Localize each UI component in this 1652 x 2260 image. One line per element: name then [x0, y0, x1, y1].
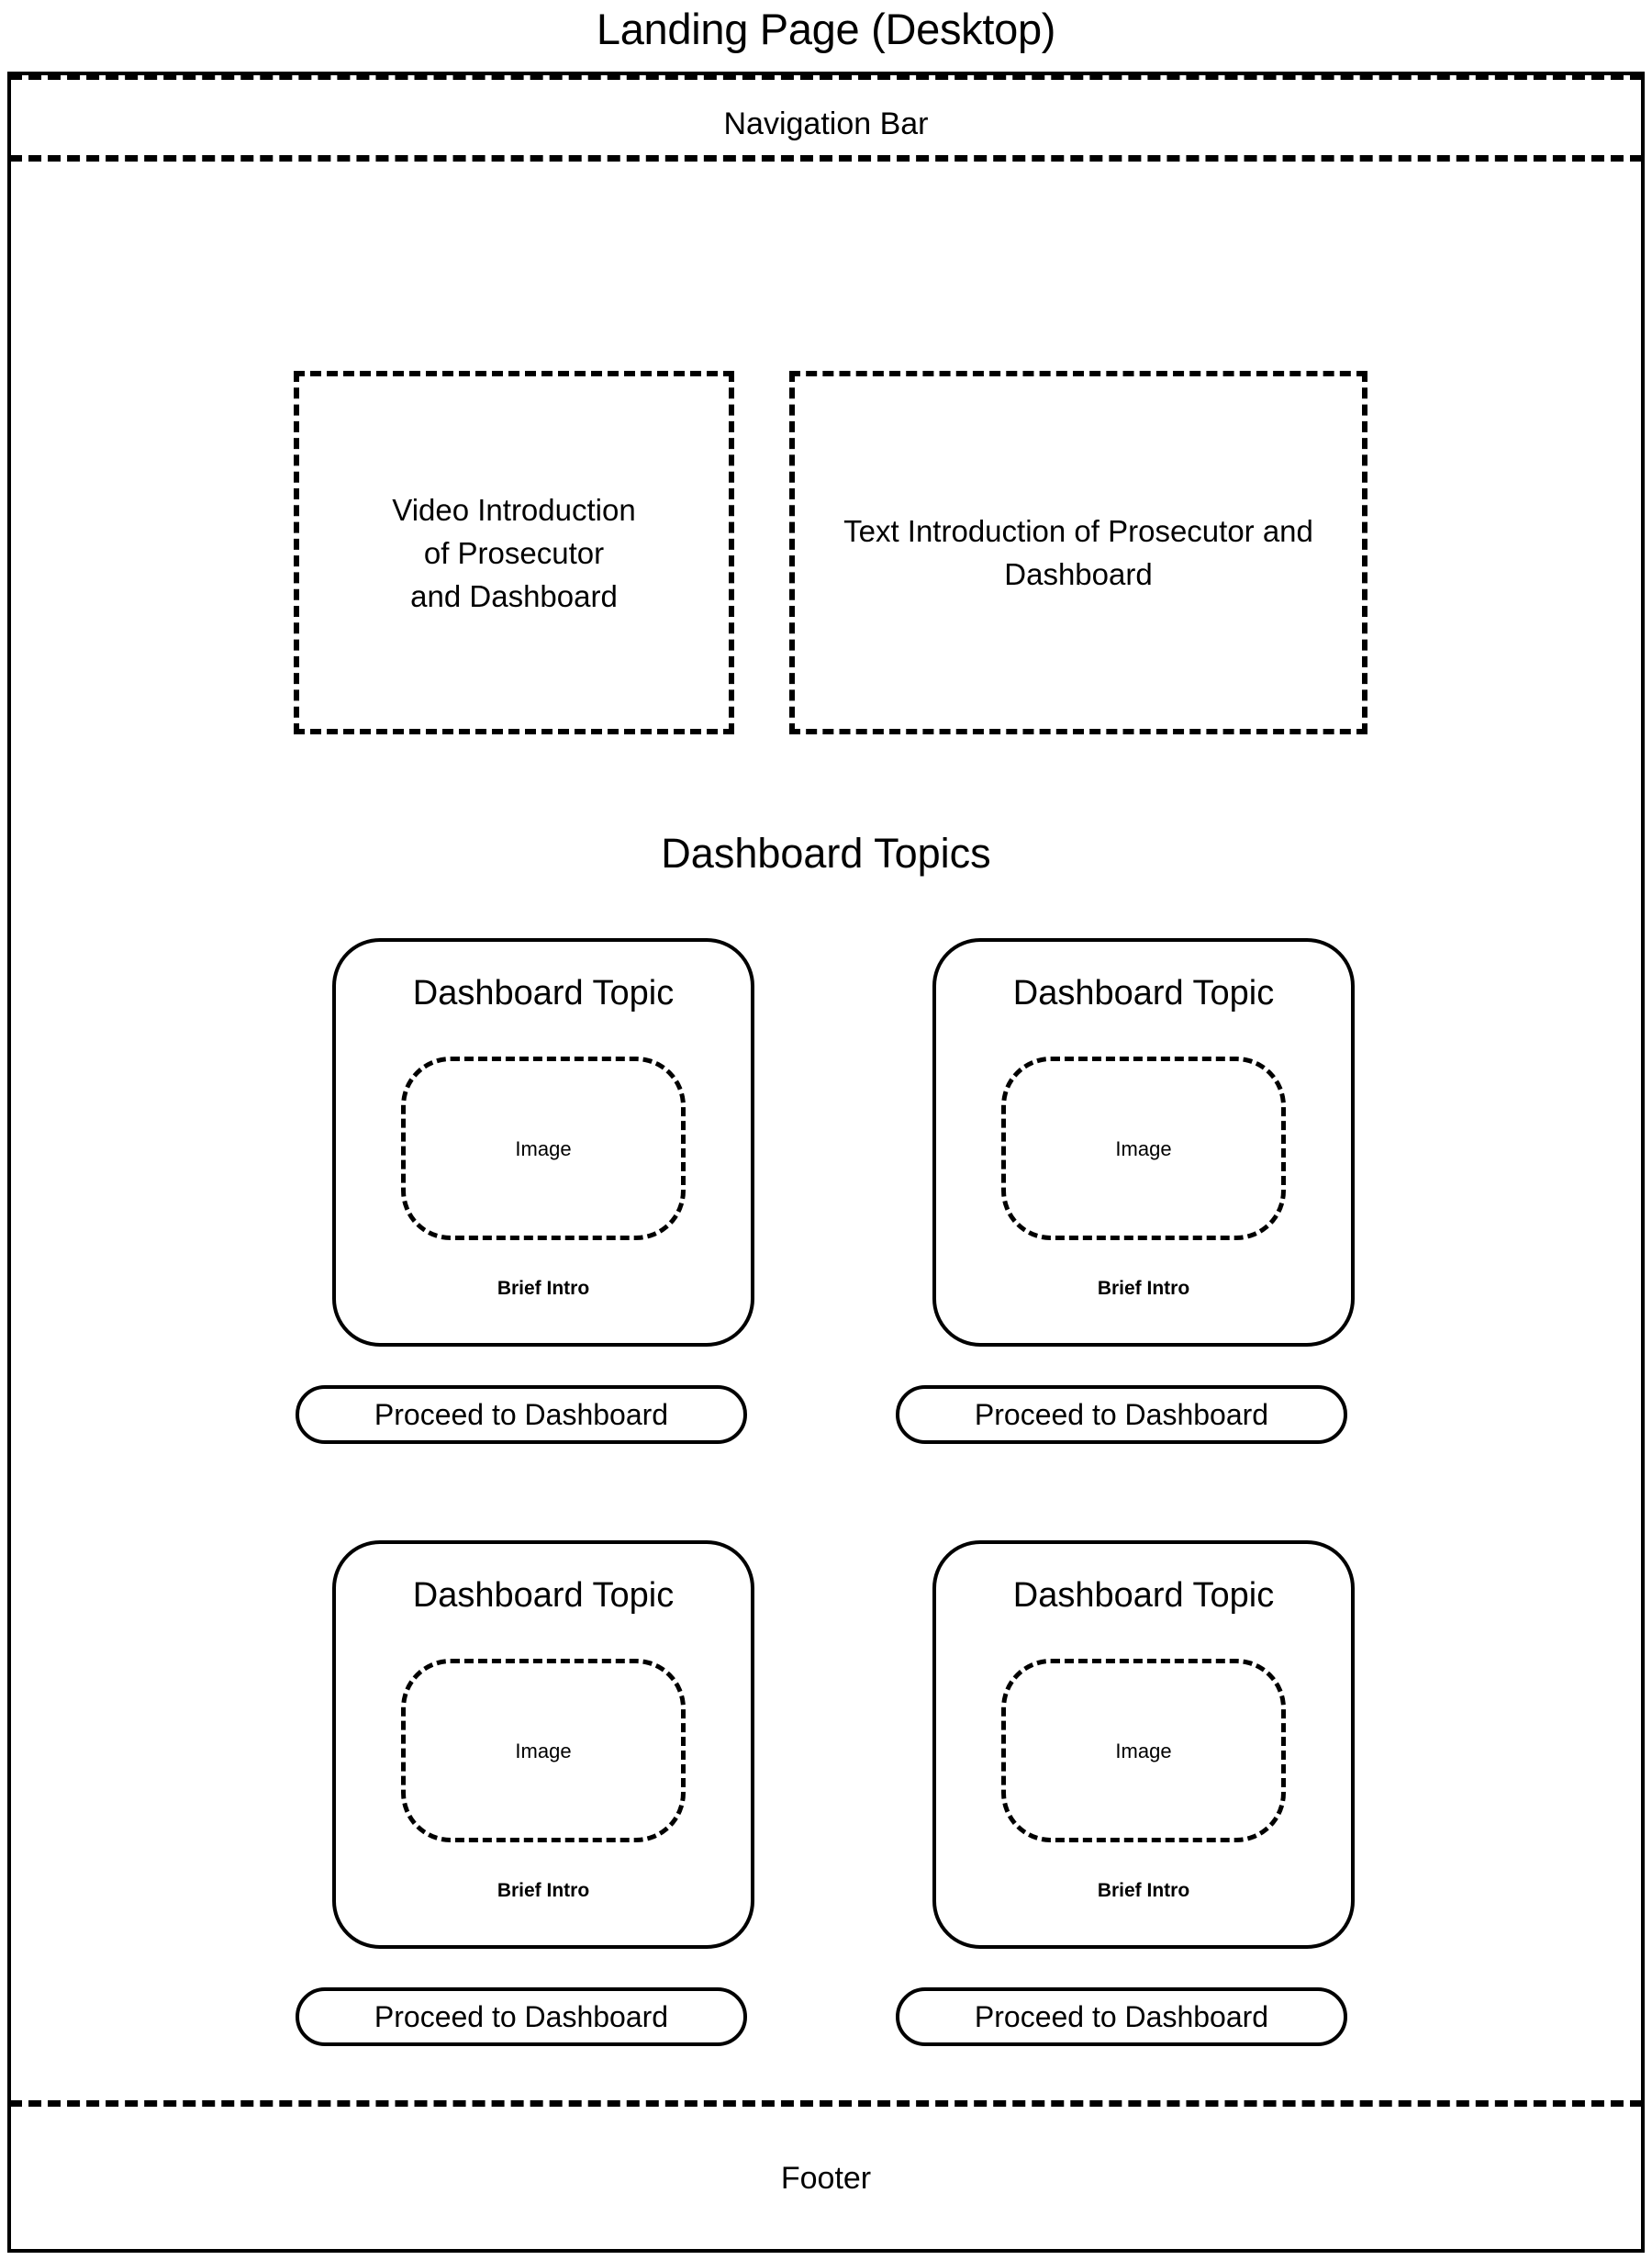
- image-placeholder: Image: [401, 1659, 686, 1842]
- brief-intro-label: Brief Intro: [1097, 1880, 1190, 1901]
- brief-intro-label: Brief Intro: [1097, 1278, 1190, 1299]
- dashboard-topic-card[interactable]: Dashboard Topic Image Brief Intro: [332, 1540, 754, 1949]
- text-intro-label: Text Introduction of Prosecutor and Dash…: [843, 514, 1313, 591]
- image-placeholder-label: Image: [1115, 1137, 1172, 1160]
- dashboard-topic-card[interactable]: Dashboard Topic Image Brief Intro: [932, 938, 1355, 1347]
- proceed-to-dashboard-button[interactable]: Proceed to Dashboard: [296, 1987, 747, 2046]
- footer-divider: [9, 2100, 1643, 2107]
- topic-cell: Dashboard Topic Image Brief Intro Procee…: [896, 938, 1355, 1461]
- brief-intro-label: Brief Intro: [497, 1278, 590, 1299]
- dashboard-topics-grid: Dashboard Topic Image Brief Intro Procee…: [0, 938, 1652, 2046]
- dashboard-topic-card-title: Dashboard Topic: [412, 974, 675, 1013]
- image-placeholder-label: Image: [515, 1137, 572, 1160]
- footer-label: Footer: [780, 2161, 872, 2196]
- dashboard-topic-card-title: Dashboard Topic: [1012, 1576, 1275, 1615]
- topic-cell: Dashboard Topic Image Brief Intro Procee…: [296, 1540, 754, 2064]
- image-placeholder: Image: [1001, 1057, 1286, 1240]
- text-intro-placeholder[interactable]: Text Introduction of Prosecutor and Dash…: [789, 371, 1367, 734]
- image-placeholder-label: Image: [1115, 1740, 1172, 1762]
- proceed-to-dashboard-button[interactable]: Proceed to Dashboard: [896, 1385, 1347, 1444]
- image-placeholder-label: Image: [515, 1740, 572, 1762]
- navigation-bar-label: Navigation Bar: [723, 106, 929, 141]
- dashboard-topic-card[interactable]: Dashboard Topic Image Brief Intro: [332, 938, 754, 1347]
- dashboard-topic-card-title: Dashboard Topic: [412, 1576, 675, 1615]
- dashboard-topic-card-title: Dashboard Topic: [1012, 974, 1275, 1013]
- video-intro-placeholder[interactable]: Video Introduction of Prosecutor and Das…: [294, 371, 734, 734]
- topic-cell: Dashboard Topic Image Brief Intro Procee…: [296, 938, 754, 1461]
- image-placeholder: Image: [401, 1057, 686, 1240]
- image-placeholder: Image: [1001, 1659, 1286, 1842]
- proceed-to-dashboard-button[interactable]: Proceed to Dashboard: [896, 1987, 1347, 2046]
- dashboard-topics-heading: Dashboard Topics: [661, 830, 991, 877]
- intro-section: Video Introduction of Prosecutor and Das…: [294, 371, 1367, 738]
- brief-intro-label: Brief Intro: [497, 1880, 590, 1901]
- dashboard-topic-card[interactable]: Dashboard Topic Image Brief Intro: [932, 1540, 1355, 1949]
- proceed-to-dashboard-button[interactable]: Proceed to Dashboard: [296, 1385, 747, 1444]
- navigation-bar[interactable]: Navigation Bar: [9, 73, 1643, 162]
- page-title: Landing Page (Desktop): [596, 5, 1056, 53]
- video-intro-label: Video Introduction of Prosecutor and Das…: [392, 492, 636, 613]
- topic-cell: Dashboard Topic Image Brief Intro Procee…: [896, 1540, 1355, 2064]
